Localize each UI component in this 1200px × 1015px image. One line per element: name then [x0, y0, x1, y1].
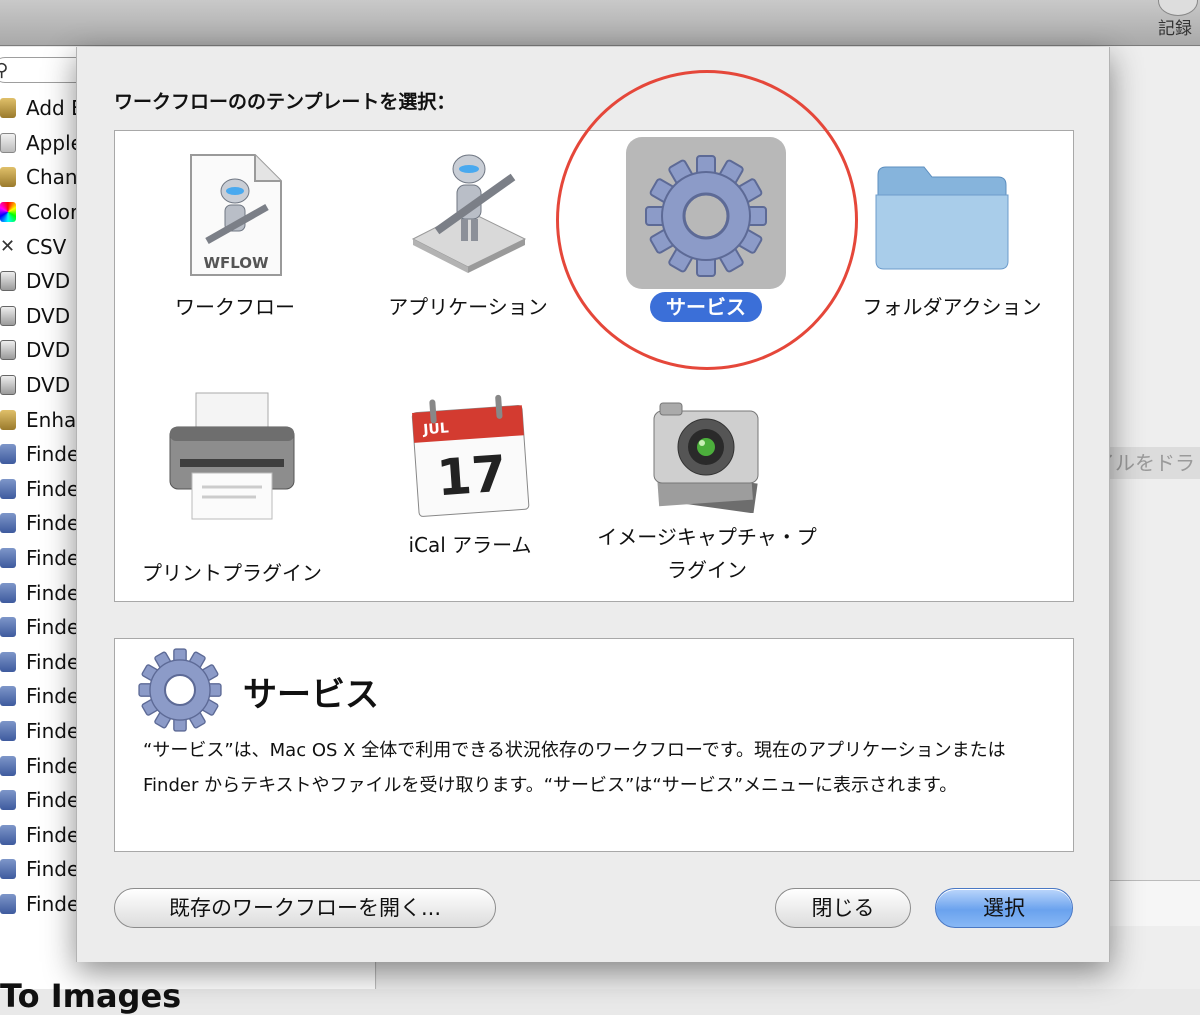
description-title: サービス [243, 675, 379, 715]
finder-icon [0, 651, 16, 672]
template-ical-alarm[interactable]: JUL 17 iCal アラーム [360, 381, 580, 581]
svg-text:WFLOW: WFLOW [203, 254, 269, 272]
sheet-title: ワークフローののテンプレートを選択： [114, 91, 456, 113]
action-list-item-label: Apple [26, 130, 83, 155]
script-icon [0, 132, 16, 153]
dvd-icon [0, 375, 16, 396]
dvd-icon [0, 340, 16, 361]
service-gear-icon [138, 648, 222, 732]
action-list-item-label: Finde [26, 718, 80, 743]
action-list-item-label: DVD [26, 269, 71, 294]
application-robot-icon [411, 154, 527, 273]
finder-icon [0, 444, 16, 465]
finder-icon [0, 617, 16, 638]
action-list-item-label: Finde [26, 615, 80, 640]
finder-icon [0, 824, 16, 845]
camera-icon [653, 402, 759, 513]
svg-text:JUL: JUL [422, 420, 450, 438]
action-list-item-label: Finde [26, 442, 80, 467]
color-icon [0, 202, 16, 223]
log-pane-edge [1108, 880, 1200, 926]
robot-icon [0, 167, 16, 188]
calendar-icon: JUL 17 [411, 394, 530, 517]
workflow-document-icon: WFLOW [190, 154, 282, 276]
finder-icon [0, 755, 16, 776]
template-folder-action[interactable]: フォルダアクション [832, 131, 1052, 351]
csv-icon: ✕ [0, 235, 16, 257]
finder-icon [0, 513, 16, 534]
finder-icon [0, 720, 16, 741]
robot-icon [0, 98, 16, 119]
template-label: アプリケーション [388, 295, 548, 319]
action-list-item-label: Finde [26, 753, 80, 778]
action-list-item-label: Finde [26, 649, 80, 674]
template-workflow[interactable]: WFLOW ワークフロー [125, 131, 345, 351]
action-list-item-label: CSV [26, 234, 67, 259]
choose-button[interactable]: 選択 [935, 888, 1073, 928]
window-titlebar: 記録 [0, 0, 1200, 46]
dvd-icon [0, 271, 16, 292]
printer-icon [169, 392, 295, 520]
selected-action-title: To Images [0, 977, 182, 1015]
open-existing-workflow-button[interactable]: 既存のワークフローを開く... [114, 888, 496, 928]
action-list-item-label: Finde [26, 684, 80, 709]
template-label: iCal アラーム [408, 533, 532, 557]
description-text: “サービス”は、Mac OS X 全体で利用できる状況依存のワークフローです。現… [143, 740, 1006, 796]
dvd-icon [0, 305, 16, 326]
template-label: ワークフロー [175, 295, 295, 319]
template-application[interactable]: アプリケーション [358, 131, 578, 351]
action-list-item-label: Color [26, 200, 79, 225]
action-list-item-label: Finde [26, 476, 80, 501]
template-label: フォルダアクション [862, 295, 1042, 319]
folder-icon [875, 166, 1009, 270]
action-list-item-label: DVD [26, 338, 71, 363]
action-list-item-label: Finde [26, 857, 80, 882]
action-list-item-label: Finde [26, 511, 80, 536]
template-description-panel: サービス “サービス”は、Mac OS X 全体で利用できる状況依存のワークフロ… [114, 638, 1074, 852]
action-list-item-label: Finde [26, 580, 80, 605]
record-label: 記録 [1158, 19, 1192, 39]
finder-icon [0, 582, 16, 603]
template-label: イメージキャプチャ・プラグイン [597, 525, 817, 582]
template-image-capture-plugin[interactable]: イメージキャプチャ・プラグイン [597, 381, 817, 601]
action-list-item-label: Finde [26, 891, 80, 916]
action-list-item-label: Finde [26, 788, 80, 813]
finder-icon [0, 893, 16, 914]
svg-text:17: 17 [435, 445, 508, 508]
template-print-plugin[interactable]: プリントプラグイン [122, 381, 342, 585]
finder-icon [0, 478, 16, 499]
finder-icon [0, 686, 16, 707]
search-icon: ⚲ [0, 60, 9, 81]
finder-icon [0, 790, 16, 811]
finder-icon [0, 548, 16, 569]
action-list-item-label: DVD [26, 303, 71, 328]
annotation-circle [556, 70, 858, 370]
robot-icon [0, 409, 16, 430]
action-list-item-label: Finde [26, 546, 80, 571]
close-button[interactable]: 閉じる [775, 888, 911, 928]
finder-icon [0, 859, 16, 880]
action-list-item-label: DVD [26, 373, 71, 398]
action-list-item-label: Finde [26, 822, 80, 847]
template-label: プリントプラグイン [142, 561, 322, 585]
